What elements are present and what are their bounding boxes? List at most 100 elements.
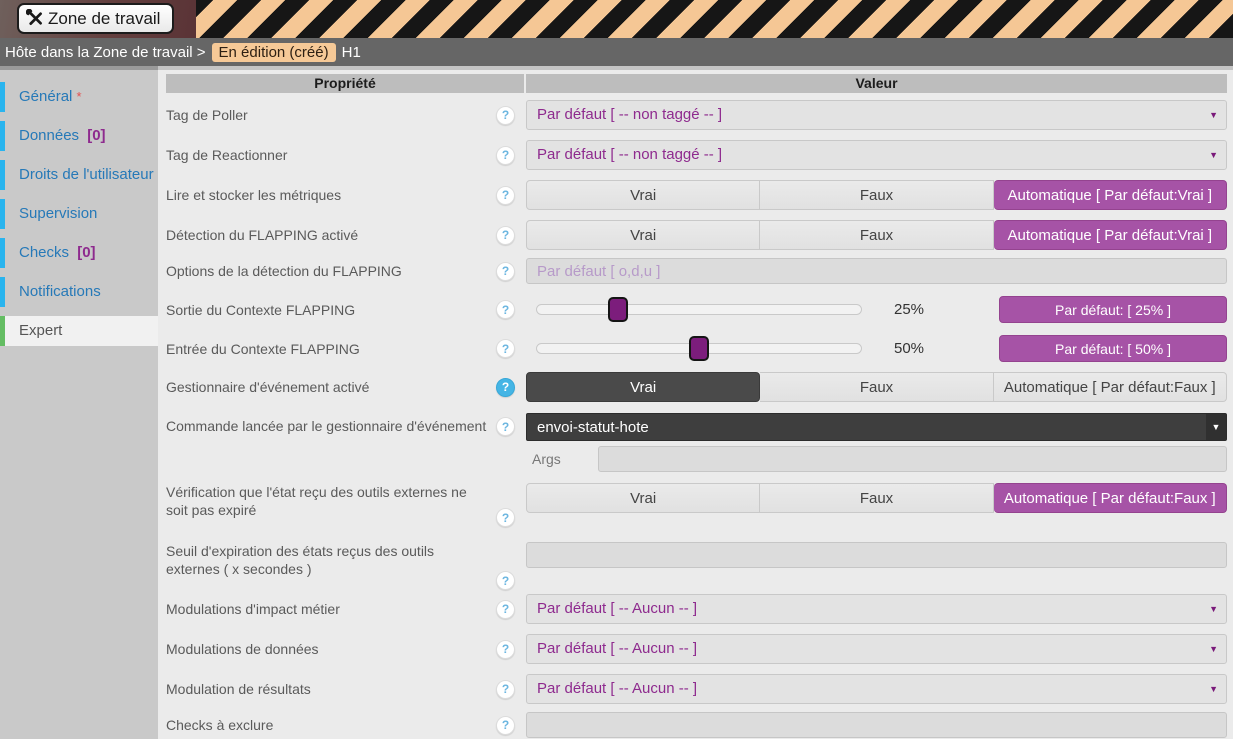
help-icon-active[interactable]: ? — [496, 378, 515, 397]
help-icon[interactable]: ? — [496, 146, 515, 165]
sidebar-item-supervision[interactable]: Supervision — [0, 199, 158, 229]
property-label: Lire et stocker les métriques — [166, 186, 496, 204]
excluded-checks-input[interactable] — [526, 712, 1227, 738]
help-icon[interactable]: ? — [496, 186, 515, 205]
flap-high-threshold-slider[interactable] — [536, 343, 862, 354]
select-value: Par défaut [ -- non taggé -- ] — [537, 106, 722, 123]
help-icon[interactable]: ? — [496, 300, 515, 319]
flap-detection-tristate: Vrai Faux Automatique [ Par défaut:Vrai … — [526, 220, 1227, 250]
sidebar-item-label: Général — [19, 88, 72, 105]
option-automatique[interactable]: Automatique [ Par défaut:Faux ] — [994, 483, 1227, 513]
business-impact-modulation-select[interactable]: Par défaut [ -- Aucun -- ] ▼ — [526, 594, 1227, 624]
help-icon[interactable]: ? — [496, 226, 515, 245]
data-modulation-select[interactable]: Par défaut [ -- Aucun -- ] ▼ — [526, 634, 1227, 664]
property-label: Modulation de résultats — [166, 680, 496, 698]
help-icon[interactable]: ? — [496, 417, 515, 436]
chevron-down-icon: ▼ — [1209, 675, 1218, 703]
option-faux[interactable]: Faux — [760, 372, 993, 402]
table-row: Détection du FLAPPING activé ? Vrai Faux… — [166, 220, 1227, 250]
property-panel: Propriété Valeur Tag de Poller ? Par déf… — [158, 66, 1233, 739]
event-handler-command-select[interactable]: envoi-statut-hote ▼ — [526, 413, 1227, 441]
option-vrai[interactable]: Vrai — [526, 220, 760, 250]
help-icon[interactable]: ? — [496, 508, 515, 527]
sidebar-item-general[interactable]: Général * — [0, 82, 158, 112]
sidebar-item-notifications[interactable]: Notifications — [0, 277, 158, 307]
help-icon[interactable]: ? — [496, 640, 515, 659]
help-icon[interactable]: ? — [496, 680, 515, 699]
sidebar-item-droits[interactable]: Droits de l'utilisateur — [0, 160, 158, 190]
sidebar-item-donnees[interactable]: Données [0] — [0, 121, 158, 151]
table-row: Commande lancée par le gestionnaire d'év… — [166, 413, 1227, 472]
option-vrai[interactable]: Vrai — [526, 372, 760, 402]
table-row: Tag de Reactionner ? Par défaut [ -- non… — [166, 140, 1227, 170]
slider-handle[interactable] — [608, 297, 628, 322]
option-automatique[interactable]: Automatique [ Par défaut:Vrai ] — [994, 220, 1227, 250]
default-25-button[interactable]: Par défaut: [ 25% ] — [999, 296, 1227, 323]
property-label: Vérification que l'état reçu des outils … — [166, 483, 496, 519]
sidebar-item-label: Droits de l'utilisateur — [19, 166, 154, 183]
sidebar-item-label: Checks — [19, 244, 69, 261]
help-icon[interactable]: ? — [496, 600, 515, 619]
option-automatique[interactable]: Automatique [ Par défaut:Faux ] — [994, 372, 1227, 402]
sidebar-item-checks[interactable]: Checks [0] — [0, 238, 158, 268]
breadcrumb-path: Hôte dans la Zone de travail > — [5, 44, 206, 61]
tab-indicator — [0, 238, 5, 268]
help-icon[interactable]: ? — [496, 571, 515, 590]
args-input[interactable] — [598, 446, 1227, 472]
table-row: Checks à exclure ? — [166, 712, 1227, 738]
property-label: Modulations de données — [166, 640, 496, 658]
status-badge: En édition (créé) — [212, 43, 336, 62]
result-modulation-select[interactable]: Par défaut [ -- Aucun -- ] ▼ — [526, 674, 1227, 704]
property-label: Options de la détection du FLAPPING — [166, 262, 496, 280]
poller-tag-select[interactable]: Par défaut [ -- non taggé -- ] ▼ — [526, 100, 1227, 130]
help-icon[interactable]: ? — [496, 716, 515, 735]
tab-indicator — [0, 277, 5, 307]
crossed-tools-icon — [26, 9, 45, 28]
table-row: Modulations d'impact métier ? Par défaut… — [166, 594, 1227, 624]
slider-handle[interactable] — [689, 336, 709, 361]
workspace-button-label: Zone de travail — [48, 9, 160, 29]
option-vrai[interactable]: Vrai — [526, 483, 760, 513]
help-icon[interactable]: ? — [496, 262, 515, 281]
property-label: Gestionnaire d'événement activé — [166, 378, 496, 396]
count-badge: [0] — [77, 244, 95, 261]
table-row: Seuil d'expiration des états reçus des o… — [166, 542, 1227, 594]
option-faux[interactable]: Faux — [760, 220, 993, 250]
args-subrow: Args — [526, 446, 1227, 472]
help-icon[interactable]: ? — [496, 339, 515, 358]
property-label: Seuil d'expiration des états reçus des o… — [166, 542, 496, 578]
reactionner-tag-select[interactable]: Par défaut [ -- non taggé -- ] ▼ — [526, 140, 1227, 170]
default-50-button[interactable]: Par défaut: [ 50% ] — [999, 335, 1227, 362]
table-header: Propriété Valeur — [166, 74, 1227, 93]
option-vrai[interactable]: Vrai — [526, 180, 760, 210]
table-row: Tag de Poller ? Par défaut [ -- non tagg… — [166, 100, 1227, 130]
column-header-property: Propriété — [166, 74, 524, 93]
chevron-down-icon: ▼ — [1209, 595, 1218, 623]
count-badge: [0] — [87, 127, 105, 144]
required-marker: * — [77, 89, 82, 104]
table-row: Vérification que l'état reçu des outils … — [166, 483, 1227, 529]
sidebar-item-expert[interactable]: Expert — [0, 316, 158, 346]
option-faux[interactable]: Faux — [760, 180, 993, 210]
workspace-button[interactable]: Zone de travail — [17, 3, 174, 34]
freshness-threshold-input[interactable] — [526, 542, 1227, 568]
property-label: Tag de Reactionner — [166, 146, 496, 164]
table-row: Entrée du Contexte FLAPPING ? 50% Par dé… — [166, 335, 1227, 362]
sidebar-item-label: Données — [19, 127, 79, 144]
option-automatique[interactable]: Automatique [ Par défaut:Vrai ] — [994, 180, 1227, 210]
tab-indicator — [0, 316, 5, 346]
help-icon[interactable]: ? — [496, 106, 515, 125]
table-row: Modulations de données ? Par défaut [ --… — [166, 634, 1227, 664]
option-faux[interactable]: Faux — [760, 483, 993, 513]
args-label: Args — [526, 451, 598, 467]
table-row: Gestionnaire d'événement activé ? Vrai F… — [166, 372, 1227, 402]
sidebar-item-label: Expert — [19, 322, 62, 339]
tab-indicator — [0, 121, 5, 151]
flap-options-input[interactable] — [526, 258, 1227, 284]
property-label: Sortie du Contexte FLAPPING — [166, 301, 496, 319]
chevron-down-icon: ▼ — [1209, 141, 1218, 169]
flap-low-threshold-slider[interactable] — [536, 304, 862, 315]
property-label: Modulations d'impact métier — [166, 600, 496, 618]
freshness-check-tristate: Vrai Faux Automatique [ Par défaut:Faux … — [526, 483, 1227, 513]
table-row: Options de la détection du FLAPPING ? — [166, 258, 1227, 284]
